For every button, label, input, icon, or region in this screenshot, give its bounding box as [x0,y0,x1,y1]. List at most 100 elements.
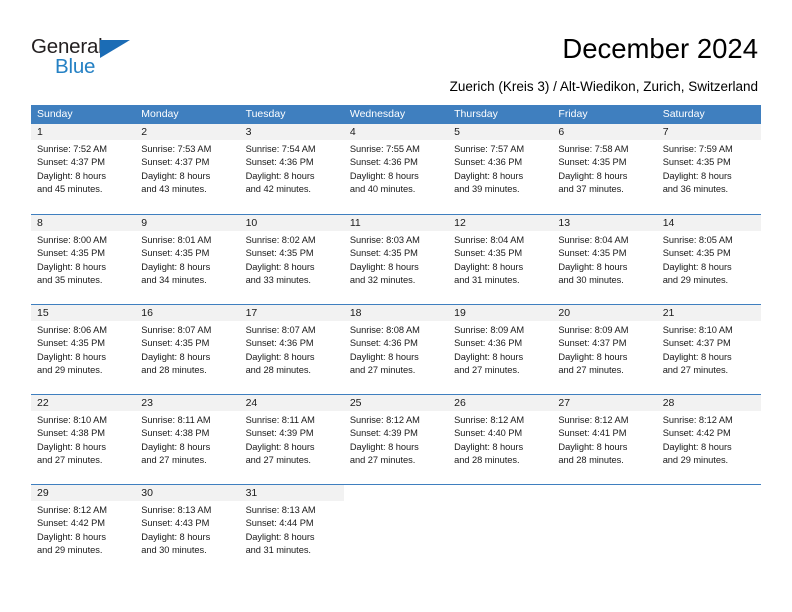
day-cell[interactable]: 10 Sunrise: 8:02 AM Sunset: 4:35 PM Dayl… [239,215,344,304]
day-cell[interactable]: 9 Sunrise: 8:01 AM Sunset: 4:35 PM Dayli… [135,215,240,304]
day-cell[interactable]: 31 Sunrise: 8:13 AM Sunset: 4:44 PM Dayl… [239,485,344,574]
day-cell[interactable]: 24 Sunrise: 8:11 AM Sunset: 4:39 PM Dayl… [239,395,344,484]
weekday-header-monday: Monday [141,108,179,120]
day-number-band: 6 [552,124,657,140]
day-cell[interactable]: 23 Sunrise: 8:11 AM Sunset: 4:38 PM Dayl… [135,395,240,484]
day-cell[interactable]: 8 Sunrise: 8:00 AM Sunset: 4:35 PM Dayli… [31,215,136,304]
page-subtitle-location: Zuerich (Kreis 3) / Alt-Wiedikon, Zurich… [449,79,758,94]
day-cell[interactable]: 17 Sunrise: 8:07 AM Sunset: 4:36 PM Dayl… [239,305,344,394]
day-number-band: 12 [448,215,553,231]
day-number-band: 1 [31,124,136,140]
day-number-band: 10 [239,215,344,231]
day-number-band: 2 [135,124,240,140]
sunrise-text: Sunrise: 8:12 AM [558,415,629,425]
day-cell[interactable]: 27 Sunrise: 8:12 AM Sunset: 4:41 PM Dayl… [552,395,657,484]
daylight-text-line1: Daylight: 8 hours [349,261,419,272]
daylight-text-line2: and 29 minutes. [662,455,729,466]
day-cell[interactable]: 4 Sunrise: 7:55 AM Sunset: 4:36 PM Dayli… [343,124,449,213]
day-cell[interactable]: 30 Sunrise: 8:13 AM Sunset: 4:43 PM Dayl… [135,485,240,574]
day-cell[interactable]: 3 Sunrise: 7:54 AM Sunset: 4:36 PM Dayli… [239,124,344,213]
day-number: 26 [454,397,466,409]
day-number: 29 [37,487,49,499]
day-details: Sunrise: 7:52 AM Sunset: 4:37 PM Dayligh… [31,140,135,197]
sunset-text: Sunset: 4:37 PM [558,338,627,349]
daylight-text-line2: and 28 minutes. [141,365,207,376]
day-details: Sunrise: 8:12 AM Sunset: 4:39 PM Dayligh… [344,411,448,468]
day-number-band: 3 [239,124,344,140]
day-cell[interactable]: 5 Sunrise: 7:57 AM Sunset: 4:36 PM Dayli… [448,124,553,213]
day-cell[interactable]: 1 Sunrise: 7:52 AM Sunset: 4:37 PM Dayli… [31,124,136,213]
daylight-text-line2: and 27 minutes. [558,365,624,376]
sunset-text: Sunset: 4:44 PM [245,518,314,529]
daylight-text-line1: Daylight: 8 hours [558,351,628,362]
day-cell[interactable]: 15 Sunrise: 8:06 AM Sunset: 4:35 PM Dayl… [31,305,136,394]
daylight-text-line2: and 36 minutes. [662,184,729,195]
day-number-band: 31 [239,485,344,501]
daylight-text-line1: Daylight: 8 hours [245,351,315,362]
day-number: 23 [141,397,153,409]
sunset-text: Sunset: 4:36 PM [349,338,418,349]
daylight-text-line2: and 43 minutes. [141,184,207,195]
sunset-text: Sunset: 4:42 PM [662,428,731,439]
day-number: 7 [662,126,669,138]
daylight-text-line2: and 29 minutes. [662,275,729,286]
day-details: Sunrise: 8:11 AM Sunset: 4:38 PM Dayligh… [135,411,239,468]
daylight-text-line1: Daylight: 8 hours [349,441,419,452]
day-cell[interactable]: 29 Sunrise: 8:12 AM Sunset: 4:42 PM Dayl… [31,485,136,574]
day-number: 9 [141,217,148,229]
sunset-text: Sunset: 4:36 PM [245,157,314,168]
general-blue-logo[interactable]: General Blue [31,36,141,80]
day-number-band: 27 [552,395,657,411]
day-cell[interactable]: 13 Sunrise: 8:04 AM Sunset: 4:35 PM Dayl… [552,215,657,304]
day-details: Sunrise: 8:01 AM Sunset: 4:35 PM Dayligh… [135,231,239,288]
day-cell[interactable]: 14 Sunrise: 8:05 AM Sunset: 4:35 PM Dayl… [656,215,761,304]
daylight-text-line1: Daylight: 8 hours [558,170,628,181]
day-cell[interactable]: 19 Sunrise: 8:09 AM Sunset: 4:36 PM Dayl… [448,305,553,394]
sunset-text: Sunset: 4:36 PM [349,157,418,168]
day-cell[interactable]: 12 Sunrise: 8:04 AM Sunset: 4:35 PM Dayl… [448,215,553,304]
sunset-text: Sunset: 4:35 PM [245,248,314,259]
day-number-band: 16 [135,305,240,321]
day-number: 11 [349,217,361,229]
day-cell[interactable]: 11 Sunrise: 8:03 AM Sunset: 4:35 PM Dayl… [343,215,449,304]
weekday-header-wednesday: Wednesday [349,108,406,120]
day-cell[interactable]: 6 Sunrise: 7:58 AM Sunset: 4:35 PM Dayli… [552,124,657,213]
day-cell[interactable]: 26 Sunrise: 8:12 AM Sunset: 4:40 PM Dayl… [448,395,553,484]
daylight-text-line2: and 42 minutes. [245,184,311,195]
daylight-text-line2: and 30 minutes. [141,545,207,556]
day-cell[interactable]: 7 Sunrise: 7:59 AM Sunset: 4:35 PM Dayli… [656,124,761,213]
day-cell[interactable]: 22 Sunrise: 8:10 AM Sunset: 4:38 PM Dayl… [31,395,136,484]
sunrise-text: Sunrise: 8:01 AM [141,235,212,245]
day-number-band [552,485,657,501]
day-cell[interactable]: 21 Sunrise: 8:10 AM Sunset: 4:37 PM Dayl… [656,305,761,394]
day-number: 22 [37,397,49,409]
day-cell[interactable]: 20 Sunrise: 8:09 AM Sunset: 4:37 PM Dayl… [552,305,657,394]
sunrise-text: Sunrise: 8:04 AM [558,235,629,245]
sunset-text: Sunset: 4:35 PM [37,338,105,349]
daylight-text-line2: and 31 minutes. [454,275,520,286]
day-details: Sunrise: 8:09 AM Sunset: 4:36 PM Dayligh… [448,321,552,378]
day-details: Sunrise: 8:04 AM Sunset: 4:35 PM Dayligh… [552,231,656,288]
day-cell[interactable]: 2 Sunrise: 7:53 AM Sunset: 4:37 PM Dayli… [135,124,240,213]
day-cell[interactable]: 16 Sunrise: 8:07 AM Sunset: 4:35 PM Dayl… [135,305,240,394]
daylight-text-line1: Daylight: 8 hours [454,441,524,452]
day-cell-empty [552,485,657,574]
daylight-text-line2: and 35 minutes. [37,275,103,286]
day-number-band: 18 [343,305,449,321]
day-details [657,501,761,504]
day-cell[interactable]: 25 Sunrise: 8:12 AM Sunset: 4:39 PM Dayl… [343,395,449,484]
daylight-text-line1: Daylight: 8 hours [141,351,211,362]
day-number-band [343,485,449,501]
day-number: 10 [245,217,258,229]
daylight-text-line1: Daylight: 8 hours [245,170,315,181]
day-cell[interactable]: 18 Sunrise: 8:08 AM Sunset: 4:36 PM Dayl… [343,305,449,394]
day-number-band: 5 [448,124,553,140]
blue-triangle-icon [100,40,130,58]
day-number-band: 11 [343,215,449,231]
sunrise-text: Sunrise: 8:09 AM [454,325,525,335]
sunset-text: Sunset: 4:43 PM [141,518,210,529]
day-cell[interactable]: 28 Sunrise: 8:12 AM Sunset: 4:42 PM Dayl… [656,395,761,484]
sunset-text: Sunset: 4:37 PM [141,157,210,168]
day-number-band: 14 [656,215,761,231]
daylight-text-line2: and 34 minutes. [141,275,207,286]
